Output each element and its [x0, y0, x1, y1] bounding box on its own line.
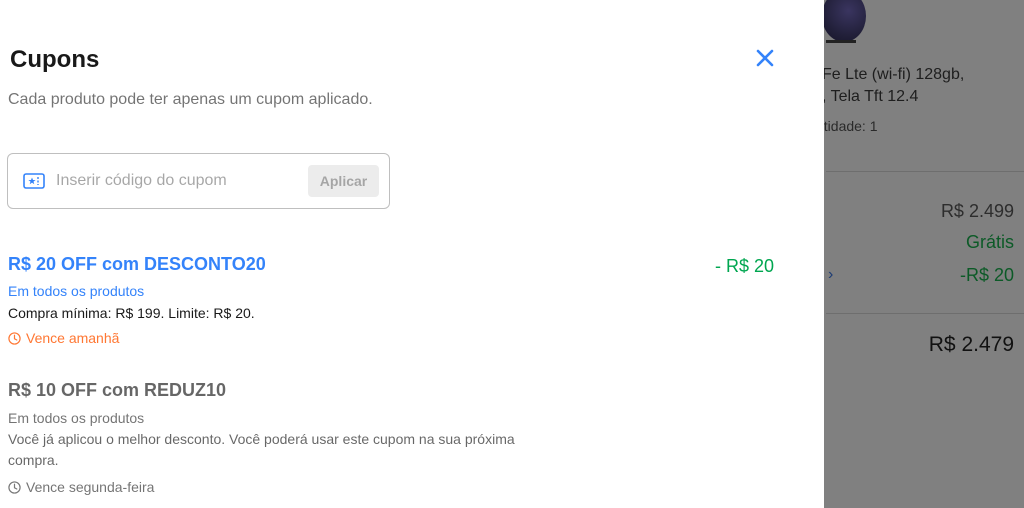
apply-coupon-button[interactable]: Aplicar	[308, 165, 379, 197]
summary-divider	[826, 171, 1024, 172]
coupon-conditions: Compra mínima: R$ 199. Limite: R$ 20.	[8, 305, 255, 321]
summary-total: R$ 2.479	[928, 333, 1014, 356]
coupon-item[interactable]: R$ 20 OFF com DESCONTO20 Em todos os pro…	[8, 252, 266, 348]
coupons-panel: Cupons Cada produto pode ter apenas um c…	[0, 0, 824, 508]
coupon-code-field: Aplicar	[7, 153, 390, 209]
product-title-line1: Fe Lte (wi-fi) 128gb,	[822, 66, 965, 83]
close-button[interactable]	[753, 46, 777, 70]
chevron-right-icon: ›	[828, 266, 834, 283]
summary-divider	[826, 313, 1024, 314]
coupon-expiry: Vence amanhã	[8, 328, 266, 348]
coupon-name: R$ 10 OFF com REDUZ10	[8, 380, 227, 400]
panel-title: Cupons	[10, 46, 100, 73]
product-title-line2: , Tela Tft 12.4	[822, 88, 919, 105]
product-thumbnail	[822, 0, 866, 42]
close-icon	[756, 49, 774, 67]
summary-shipping: Grátis	[965, 232, 1014, 252]
coupon-ticket-icon	[23, 173, 45, 189]
coupon-conditions: Você já aplicou o melhor desconto. Você …	[8, 431, 515, 468]
coupon-expiry: Vence segunda-feira	[8, 477, 528, 497]
coupon-scope: Em todos os produtos	[8, 283, 145, 299]
clock-icon	[8, 331, 21, 345]
summary-discount: -R$ 20	[959, 265, 1014, 285]
coupon-discount-amount: - R$ 20	[714, 256, 774, 276]
coupon-expiry-text: Vence amanhã	[26, 330, 120, 346]
product-quantity: ntidade: 1	[816, 118, 878, 134]
summary-price: R$ 2.499	[940, 201, 1014, 221]
clock-icon	[8, 480, 21, 494]
coupon-item[interactable]: R$ 10 OFF com REDUZ10 Em todos os produt…	[8, 378, 528, 497]
coupon-code-input[interactable]	[56, 168, 296, 194]
coupon-name: R$ 20 OFF com DESCONTO20	[8, 254, 266, 274]
coupon-scope: Em todos os produtos	[8, 410, 145, 426]
coupon-expiry-text: Vence segunda-feira	[26, 479, 155, 495]
thumbnail-underline	[826, 40, 856, 43]
panel-subtitle: Cada produto pode ter apenas um cupom ap…	[8, 91, 373, 108]
